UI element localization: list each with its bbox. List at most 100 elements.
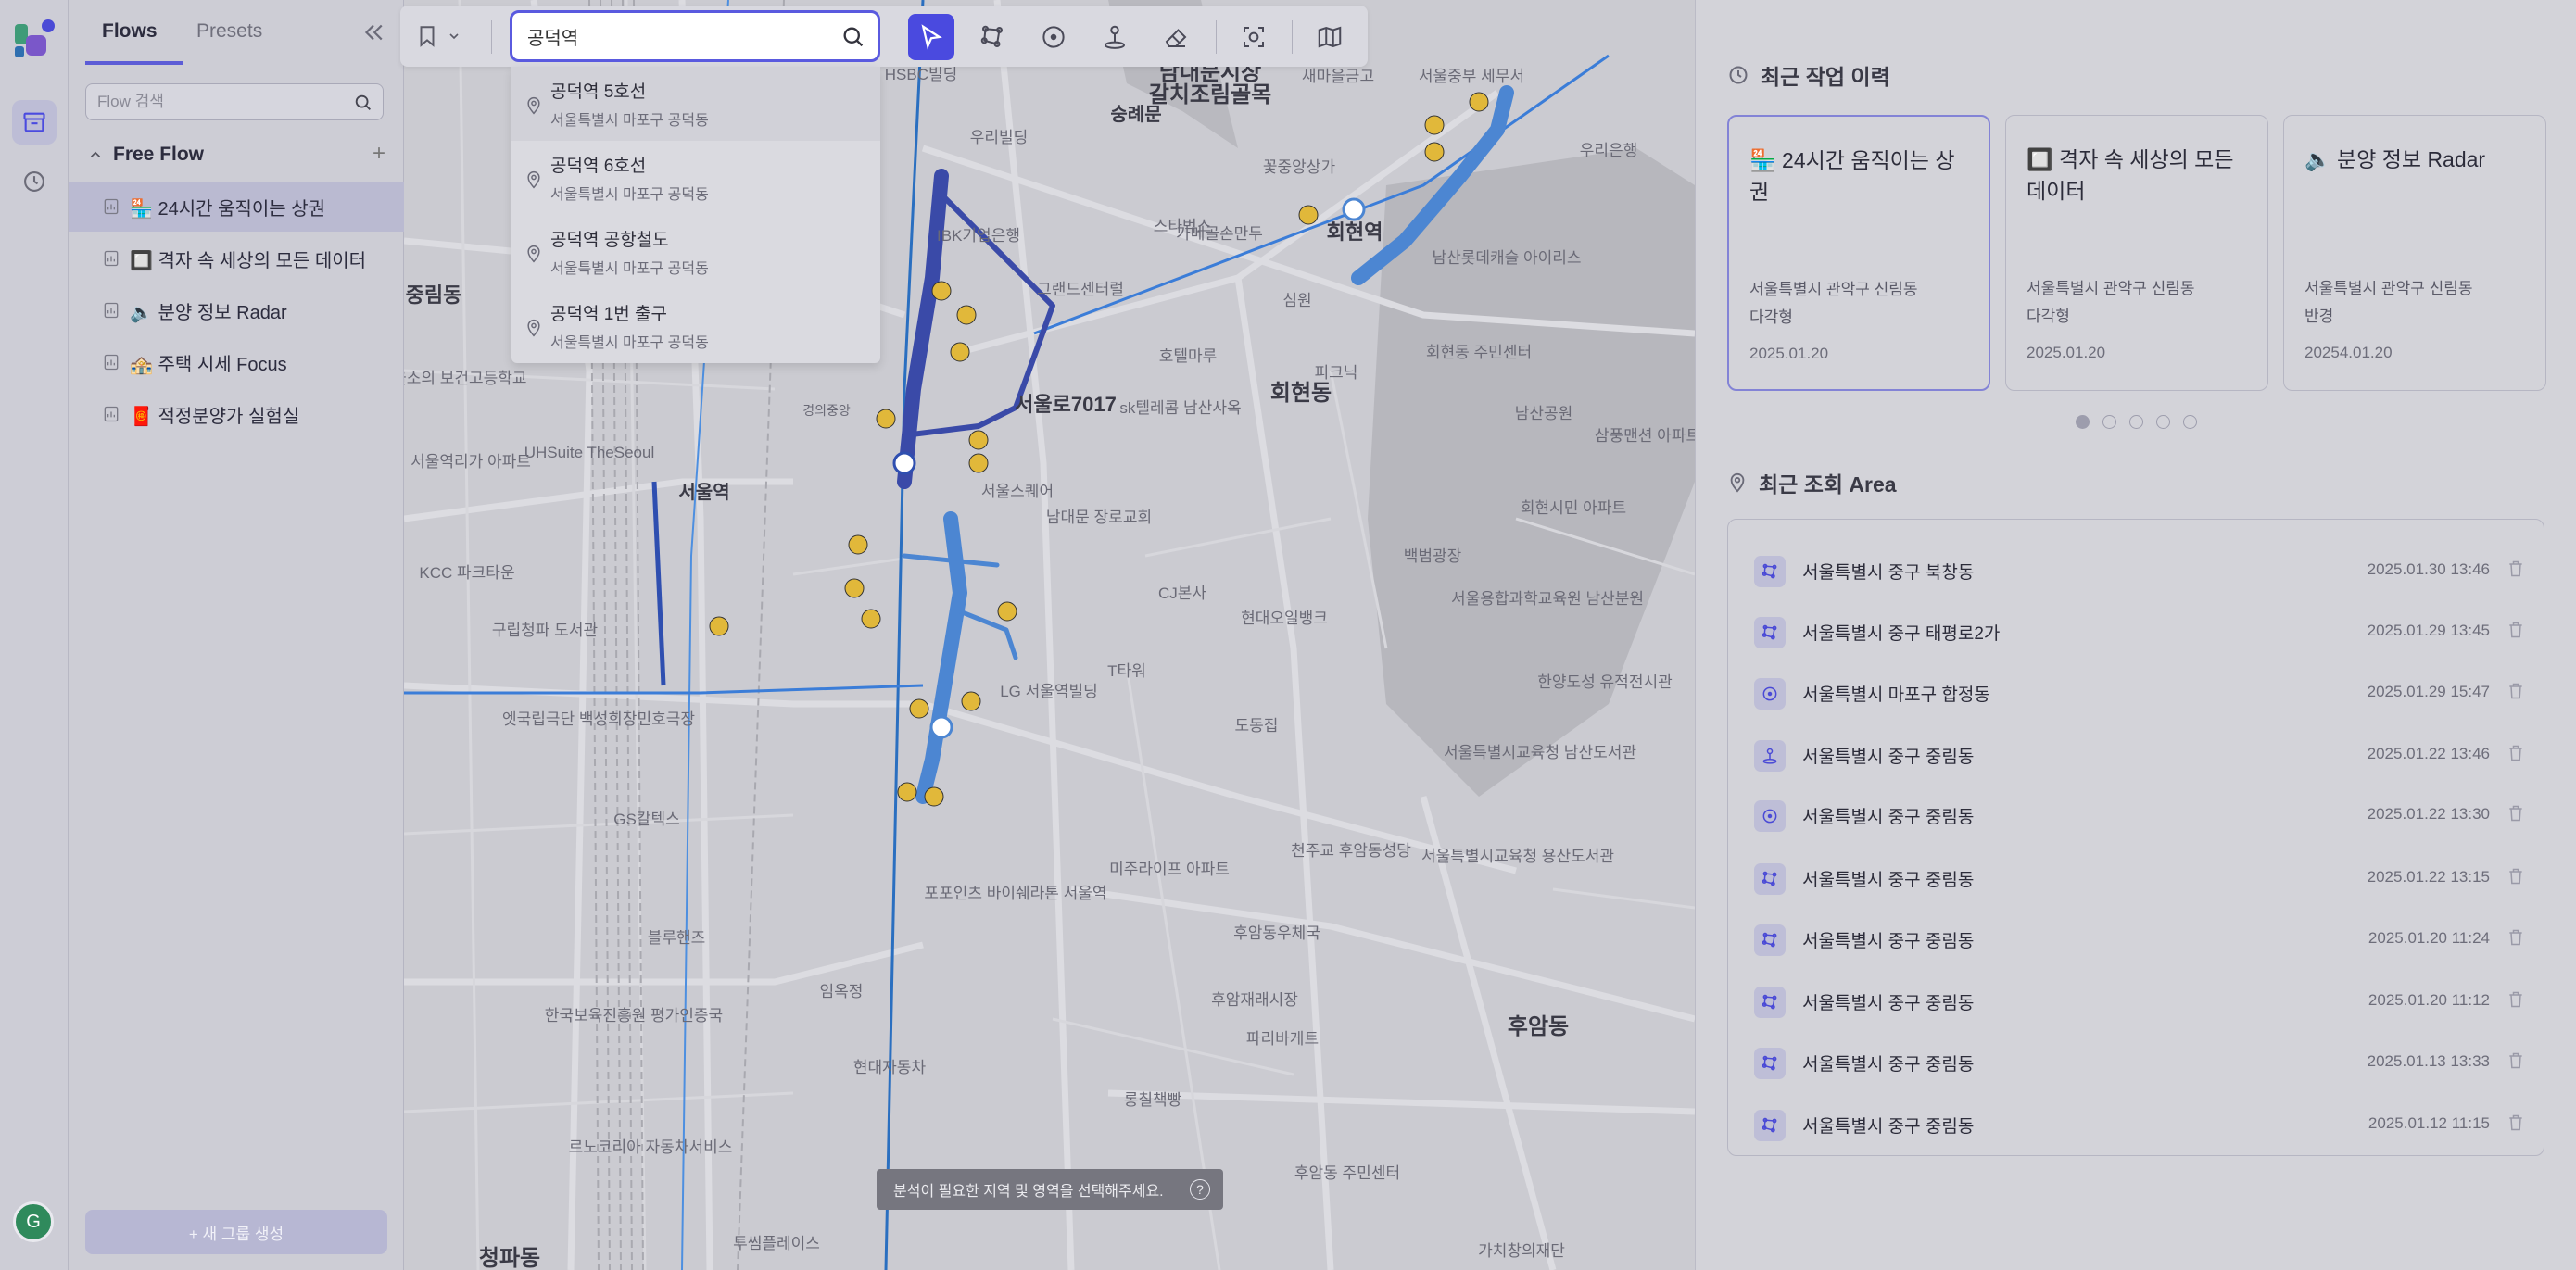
map-label: 경의중앙: [802, 403, 851, 418]
area-row[interactable]: 서울특별시 중구 태평로2가 2025.01.29 13:45: [1728, 601, 2545, 662]
map-label: 피크닉: [1315, 364, 1358, 382]
area-row[interactable]: 서울특별시 중구 중림동 2025.01.22 13:15: [1728, 848, 2545, 909]
area-row[interactable]: 서울특별시 중구 중림동 2025.01.13 13:33: [1728, 1032, 2545, 1093]
polygon-icon: [1754, 1110, 1786, 1141]
app-logo: [11, 17, 57, 63]
isochrone-icon: [1754, 740, 1786, 772]
card-type: 반경: [2305, 308, 2334, 325]
flow-item[interactable]: 🧧 적정분양가 실험실: [69, 389, 404, 439]
trash-icon[interactable]: [2507, 989, 2525, 1014]
suggestion-item[interactable]: 공덕역 6호선 서울특별시 마포구 공덕동: [511, 141, 880, 215]
area-row[interactable]: 서울특별시 마포구 합정동 2025.01.29 15:47: [1728, 662, 2545, 723]
right-panel: 최근 작업 이력 🏪 24시간 움직이는 상권 서울특별시 관악구 신림동 다각…: [1695, 0, 2576, 1270]
trash-icon[interactable]: [2507, 866, 2525, 891]
trash-icon[interactable]: [2507, 559, 2525, 584]
user-avatar[interactable]: G: [13, 1201, 54, 1242]
map-label: 우리은행: [1580, 142, 1638, 159]
recent-work-card[interactable]: 🏪 24시간 움직이는 상권 서울특별시 관악구 신림동 다각형 2025.01…: [1727, 115, 1990, 391]
map-label: 회현동: [1270, 381, 1332, 406]
map-label: 청파동: [479, 1246, 540, 1270]
isochrone-tool-button[interactable]: [1092, 14, 1138, 60]
area-row[interactable]: 서울특별시 중구 북창동 2025.01.30 13:46: [1728, 540, 2545, 601]
area-row[interactable]: 서울특별시 중구 중림동 2025.01.20 11:12: [1728, 971, 2545, 1032]
area-row[interactable]: 서울특별시 중구 중림동 2025.01.22 13:46: [1728, 724, 2545, 786]
polygon-icon: [1754, 863, 1786, 895]
map-label: 르노코리아 자동차서비스: [569, 1138, 733, 1156]
area-name: 서울특별시 중구 중림동: [1802, 871, 1975, 890]
map-label: 파리바게트: [1246, 1030, 1319, 1048]
map-label: 그랜드센터럴: [1037, 281, 1124, 298]
pagination-dot[interactable]: [2156, 415, 2170, 429]
help-icon[interactable]: ?: [1190, 1179, 1210, 1200]
radius-tool-button[interactable]: [1030, 14, 1077, 60]
report-icon: [104, 250, 119, 267]
select-tool-button[interactable]: [908, 14, 954, 60]
map-label: 현대오일뱅크: [1241, 610, 1328, 627]
card-title: 🔲 격자 속 세상의 모든 데이터: [2027, 147, 2234, 203]
polygon-tool-button[interactable]: [969, 14, 1016, 60]
location-search-box: [510, 10, 880, 62]
tab-flows[interactable]: Flows: [102, 20, 158, 43]
map-label: 미주라이프 아파트: [1109, 861, 1230, 878]
search-suggestions: 공덕역 5호선 서울특별시 마포구 공덕동 공덕역 6호선 서울특별시 마포구 …: [511, 67, 880, 363]
trash-icon[interactable]: [2507, 620, 2525, 645]
map-label: 숭례문: [1110, 104, 1161, 125]
flow-item[interactable]: 🔈 분양 정보 Radar: [69, 285, 404, 335]
search-icon[interactable]: [353, 93, 373, 118]
trash-icon[interactable]: [2507, 803, 2525, 828]
radius-icon: [1042, 26, 1065, 48]
toolbar-divider: [491, 20, 492, 54]
archive-nav-button[interactable]: [12, 100, 57, 145]
pagination-dot[interactable]: [2076, 415, 2090, 429]
trash-icon[interactable]: [2507, 681, 2525, 706]
search-icon[interactable]: [840, 24, 866, 55]
capture-tool-button[interactable]: [1231, 14, 1277, 60]
map-label: 후암동 주민센터: [1294, 1164, 1400, 1182]
area-row[interactable]: 서울특별시 중구 중림동 2025.01.12 11:15: [1728, 1094, 2545, 1155]
flow-item-label: 🏤 주택 시세 Focus: [130, 354, 287, 375]
hint-text: 분석이 필요한 지역 및 영역을 선택해주세요.: [893, 1184, 1164, 1200]
pagination-dot[interactable]: [2102, 415, 2116, 429]
suggestion-item[interactable]: 공덕역 5호선 서울특별시 마포구 공덕동: [511, 67, 880, 141]
flow-search-box: [85, 83, 384, 120]
map-label: 서울특별시교육청 용산도서관: [1421, 848, 1614, 865]
new-group-button[interactable]: + 새 그룹 생성: [85, 1210, 387, 1254]
flow-search-input[interactable]: [86, 84, 346, 119]
map-label: 포포인츠 바이쉐라톤 서울역: [924, 885, 1106, 902]
recent-area-heading: 최근 조회 Area: [1727, 467, 1897, 498]
location-search-input[interactable]: [512, 13, 827, 59]
map-layer-button[interactable]: [1307, 14, 1353, 60]
pagination-dot[interactable]: [2183, 415, 2197, 429]
flow-item[interactable]: 🔲 격자 속 세상의 모든 데이터: [69, 233, 404, 283]
tab-presets[interactable]: Presets: [196, 20, 262, 43]
trash-icon[interactable]: [2507, 1113, 2525, 1138]
toolbar-divider: [1216, 20, 1217, 54]
recent-work-card[interactable]: 🔈 분양 정보 Radar 서울특별시 관악구 신림동 반경 20254.01.…: [2283, 115, 2546, 391]
trash-icon[interactable]: [2507, 743, 2525, 768]
eraser-tool-button[interactable]: [1153, 14, 1199, 60]
add-flow-button[interactable]: +: [373, 141, 385, 167]
suggestion-item[interactable]: 공덕역 공항철도 서울특별시 마포구 공덕동: [511, 215, 880, 289]
history-icon: [1729, 66, 1748, 84]
area-row[interactable]: 서울특별시 중구 중림동 2025.01.20 11:24: [1728, 909, 2545, 970]
suggestion-item[interactable]: 공덕역 1번 출구 서울특별시 마포구 공덕동: [511, 289, 880, 363]
map-label: 회현역: [1327, 220, 1383, 244]
flow-item[interactable]: 🏤 주택 시세 Focus: [69, 337, 404, 387]
group-free-flow[interactable]: Free Flow +: [85, 141, 391, 169]
area-name: 서울특별시 중구 중림동: [1802, 748, 1975, 767]
collapse-panel-button[interactable]: [360, 19, 387, 46]
bookmark-dropdown[interactable]: [415, 19, 467, 54]
bookmark-icon: [420, 26, 435, 47]
card-title: 🔈 분양 정보 Radar: [2305, 147, 2486, 171]
area-row[interactable]: 서울특별시 중구 중림동 2025.01.22 13:30: [1728, 785, 2545, 846]
flow-item[interactable]: 🏪 24시간 움직이는 상권: [69, 182, 404, 232]
pagination-dot[interactable]: [2129, 415, 2143, 429]
flow-item-label: 🔲 격자 속 세상의 모든 데이터: [130, 250, 367, 271]
history-nav-button[interactable]: [12, 159, 57, 204]
trash-icon[interactable]: [2507, 927, 2525, 952]
recent-work-card[interactable]: 🔲 격자 속 세상의 모든 데이터 서울특별시 관악구 신림동 다각형 2025…: [2005, 115, 2268, 391]
polygon-icon: [980, 25, 1003, 47]
map-label: KCC 파크타운: [419, 564, 514, 582]
map-label: 서울특별시교육청 남산도서관: [1444, 744, 1636, 761]
trash-icon[interactable]: [2507, 1050, 2525, 1075]
